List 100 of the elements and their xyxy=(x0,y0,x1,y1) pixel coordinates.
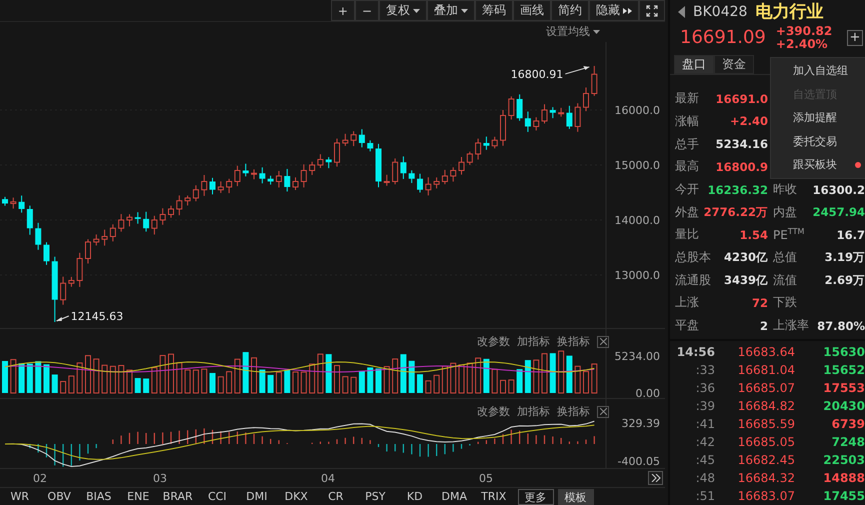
panel-action-link[interactable]: 加指标 xyxy=(517,334,550,350)
stock-code: BK0428 xyxy=(693,4,748,20)
trade-volume: 15652 xyxy=(822,363,865,377)
trade-time: :51 xyxy=(694,489,715,503)
percent-change: +2.40% xyxy=(776,38,829,51)
panel-tab[interactable]: 盘口 xyxy=(674,55,714,74)
panel-action-link[interactable]: 改参数 xyxy=(477,334,510,350)
field-value: 16236.32 xyxy=(708,182,768,197)
indicator-tab[interactable]: KD xyxy=(395,488,434,505)
high-price-label: 16800.91 xyxy=(510,68,564,81)
trade-price: 16684.82 xyxy=(736,399,795,413)
trade-volume: 17553 xyxy=(822,381,865,395)
date-label: 05 xyxy=(479,472,493,486)
trade-volume: 14888 xyxy=(822,471,865,485)
field-label: 今开 xyxy=(675,181,699,198)
axis-label: 0.00 xyxy=(636,387,660,398)
axis-label: 329.39 xyxy=(622,417,660,430)
panel-action-link[interactable]: 改参数 xyxy=(477,404,510,420)
field-value: 4230亿 xyxy=(724,250,768,266)
scroll-right-button[interactable] xyxy=(648,471,663,486)
axis-label: 15000.0 xyxy=(614,158,660,172)
indicator-tab[interactable]: DMI xyxy=(237,488,276,505)
field-value: 2 xyxy=(760,318,768,333)
field-label: 平盘 xyxy=(675,317,699,334)
price-change: +390.82 xyxy=(776,24,832,38)
trade-price: 16685.59 xyxy=(736,417,795,431)
add-button[interactable]: + xyxy=(847,30,863,46)
field-value: 2776.22万 xyxy=(704,204,768,220)
toolbar-button[interactable]: 筹码 xyxy=(475,0,513,21)
field-label: 流值 xyxy=(773,272,797,289)
toolbar-button[interactable]: 画线 xyxy=(513,0,551,21)
fullscreen-button[interactable] xyxy=(639,0,665,21)
field-label: 流通股 xyxy=(675,272,711,289)
field-label: 下跌 xyxy=(773,294,797,312)
panel-tab[interactable]: 资金 xyxy=(714,55,754,74)
trade-time: :48 xyxy=(694,471,715,485)
caret-icon xyxy=(413,8,420,12)
pointer-arrow xyxy=(56,315,70,322)
double-chevron-icon xyxy=(623,8,632,14)
axis-label: 13000.0 xyxy=(614,268,660,282)
stock-name: 电力行业 xyxy=(755,1,824,23)
trade-time: :42 xyxy=(694,435,715,449)
indicator-tab[interactable]: WR xyxy=(0,488,40,505)
indicator-tab[interactable]: 更多 xyxy=(518,488,554,505)
panel-action-link[interactable]: 加指标 xyxy=(517,404,550,420)
menu-item[interactable]: 跟买板块 xyxy=(771,153,865,176)
indicator-tab[interactable]: ENE xyxy=(118,488,158,505)
field-value: 3.19万 xyxy=(824,250,865,266)
toolbar-button[interactable]: − xyxy=(354,0,379,21)
axis-label: -400.05 xyxy=(618,455,660,468)
trade-volume: 20430 xyxy=(822,399,865,413)
toolbar-button[interactable]: 隐藏 xyxy=(589,0,639,21)
expand-icon xyxy=(646,4,658,16)
indicator-tab[interactable]: BIAS xyxy=(79,488,118,505)
toolbar-button[interactable]: + xyxy=(330,0,355,21)
field-value: +2.40 xyxy=(730,114,768,128)
menu-item[interactable]: 添加提醒 xyxy=(771,106,865,130)
toolbar-button[interactable]: 复权 xyxy=(379,0,427,21)
toolbar-button[interactable]: 简约 xyxy=(551,0,589,21)
field-label: 昨收 xyxy=(773,181,797,198)
field-label: 总手 xyxy=(675,136,699,153)
field-value: 72 xyxy=(752,296,768,310)
menu-item[interactable]: 委托交易 xyxy=(771,130,865,153)
last-price: 16691.09 xyxy=(680,27,766,48)
field-value: 16.7 xyxy=(836,228,865,242)
indicator-tab[interactable]: CCI xyxy=(198,488,237,505)
trade-time: :36 xyxy=(694,381,715,395)
field-label: 总股本 xyxy=(675,249,711,266)
axis-label: 16000.0 xyxy=(614,104,660,117)
indicator-tab[interactable]: DMA xyxy=(434,488,474,505)
indicator-tab[interactable]: PSY xyxy=(356,488,395,505)
trade-volume: 15630 xyxy=(822,345,865,359)
field-value: 16800.9 xyxy=(716,160,768,174)
trade-time: :39 xyxy=(694,399,715,413)
panel-action-link[interactable]: 换指标 xyxy=(557,334,590,350)
trade-volume: 6739 xyxy=(830,417,865,431)
indicator-tab[interactable]: DKX xyxy=(276,488,316,505)
indicator-tab[interactable]: CR xyxy=(316,488,356,505)
indicator-tab[interactable]: BRAR xyxy=(158,488,198,505)
indicator-tab[interactable]: OBV xyxy=(40,488,79,505)
trade-volume: 17455 xyxy=(822,489,865,503)
toolbar-button[interactable]: 叠加 xyxy=(427,0,475,21)
field-value: 1.54 xyxy=(740,228,768,242)
trade-time: :41 xyxy=(694,417,715,431)
field-label: 量比 xyxy=(675,226,699,244)
trade-volume: 7248 xyxy=(830,435,865,449)
field-label: 上涨率 xyxy=(773,317,809,334)
field-label: 涨幅 xyxy=(675,112,699,130)
close-button[interactable] xyxy=(597,336,609,348)
menu-item[interactable]: 加入自选组 xyxy=(771,59,865,82)
trade-time: :45 xyxy=(694,453,715,467)
field-label: 最高 xyxy=(675,158,699,176)
caret-icon xyxy=(593,30,600,34)
moving-average-setting[interactable]: 设置均线 xyxy=(546,24,600,40)
indicator-tab[interactable]: TRIX xyxy=(474,488,514,505)
back-arrow-icon xyxy=(678,6,685,18)
close-button[interactable] xyxy=(597,406,609,418)
indicator-tab[interactable]: 模板 xyxy=(558,488,594,505)
panel-action-link[interactable]: 换指标 xyxy=(557,404,590,420)
date-label: 02 xyxy=(33,472,47,486)
